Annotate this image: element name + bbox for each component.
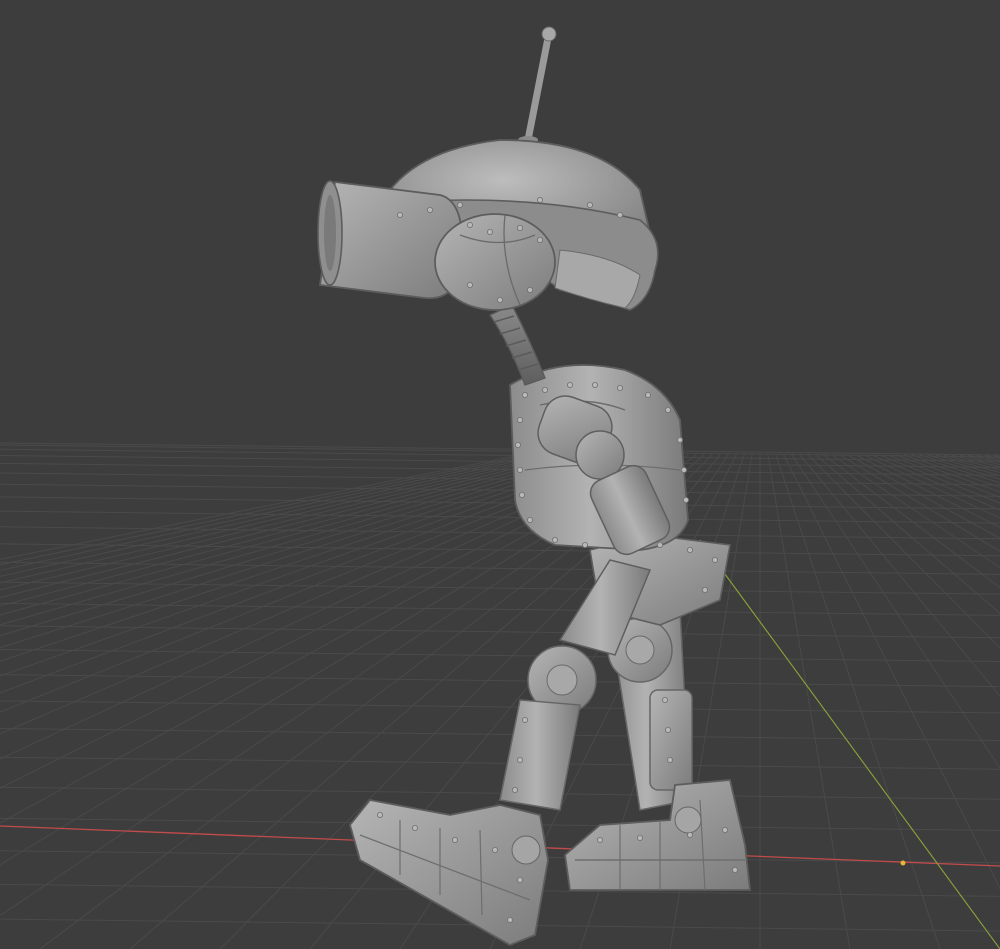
rivet [515,441,522,448]
rivet [732,867,739,874]
rivet [466,281,473,288]
rivet [597,837,604,844]
rivet [677,436,684,443]
rivet [665,406,672,413]
rivet [517,466,524,473]
rivet [667,757,674,764]
rivet [522,717,529,724]
rivet [411,825,418,832]
viewport-canvas[interactable] [0,0,1000,949]
rivet [466,221,473,228]
rivet [376,812,383,819]
rivet [687,547,694,554]
rivet [681,466,688,473]
rivet [687,832,694,839]
rivet [456,201,463,208]
rivet [542,386,549,393]
rivet [517,757,524,764]
rivet [617,211,624,218]
origin-marker [900,860,906,866]
rivet [396,211,403,218]
rivet [645,391,652,398]
rivet [517,877,524,884]
rivet [683,496,690,503]
rivet [552,537,559,544]
rivet [517,416,524,423]
rivet [537,196,544,203]
rivet [657,542,664,549]
rivet [537,236,544,243]
rivet [506,917,513,924]
rivet [712,557,719,564]
rivet [496,296,503,303]
rivet [665,727,672,734]
rivet [592,381,599,388]
3d-viewport[interactable] [0,0,1000,949]
rivet [527,517,534,524]
rivet [451,837,458,844]
rivet [527,286,534,293]
rivet [662,697,669,704]
rivet [426,206,433,213]
rivet [512,787,519,794]
rivet [486,228,493,235]
rivet [617,384,624,391]
rivet [702,587,709,594]
rivet [567,381,574,388]
rivet [722,827,729,834]
rivet [582,542,589,549]
rivet [637,835,644,842]
rivet [517,224,524,231]
rivet [519,491,526,498]
rivet [522,391,529,398]
rivet [491,847,498,854]
rivet [587,201,594,208]
